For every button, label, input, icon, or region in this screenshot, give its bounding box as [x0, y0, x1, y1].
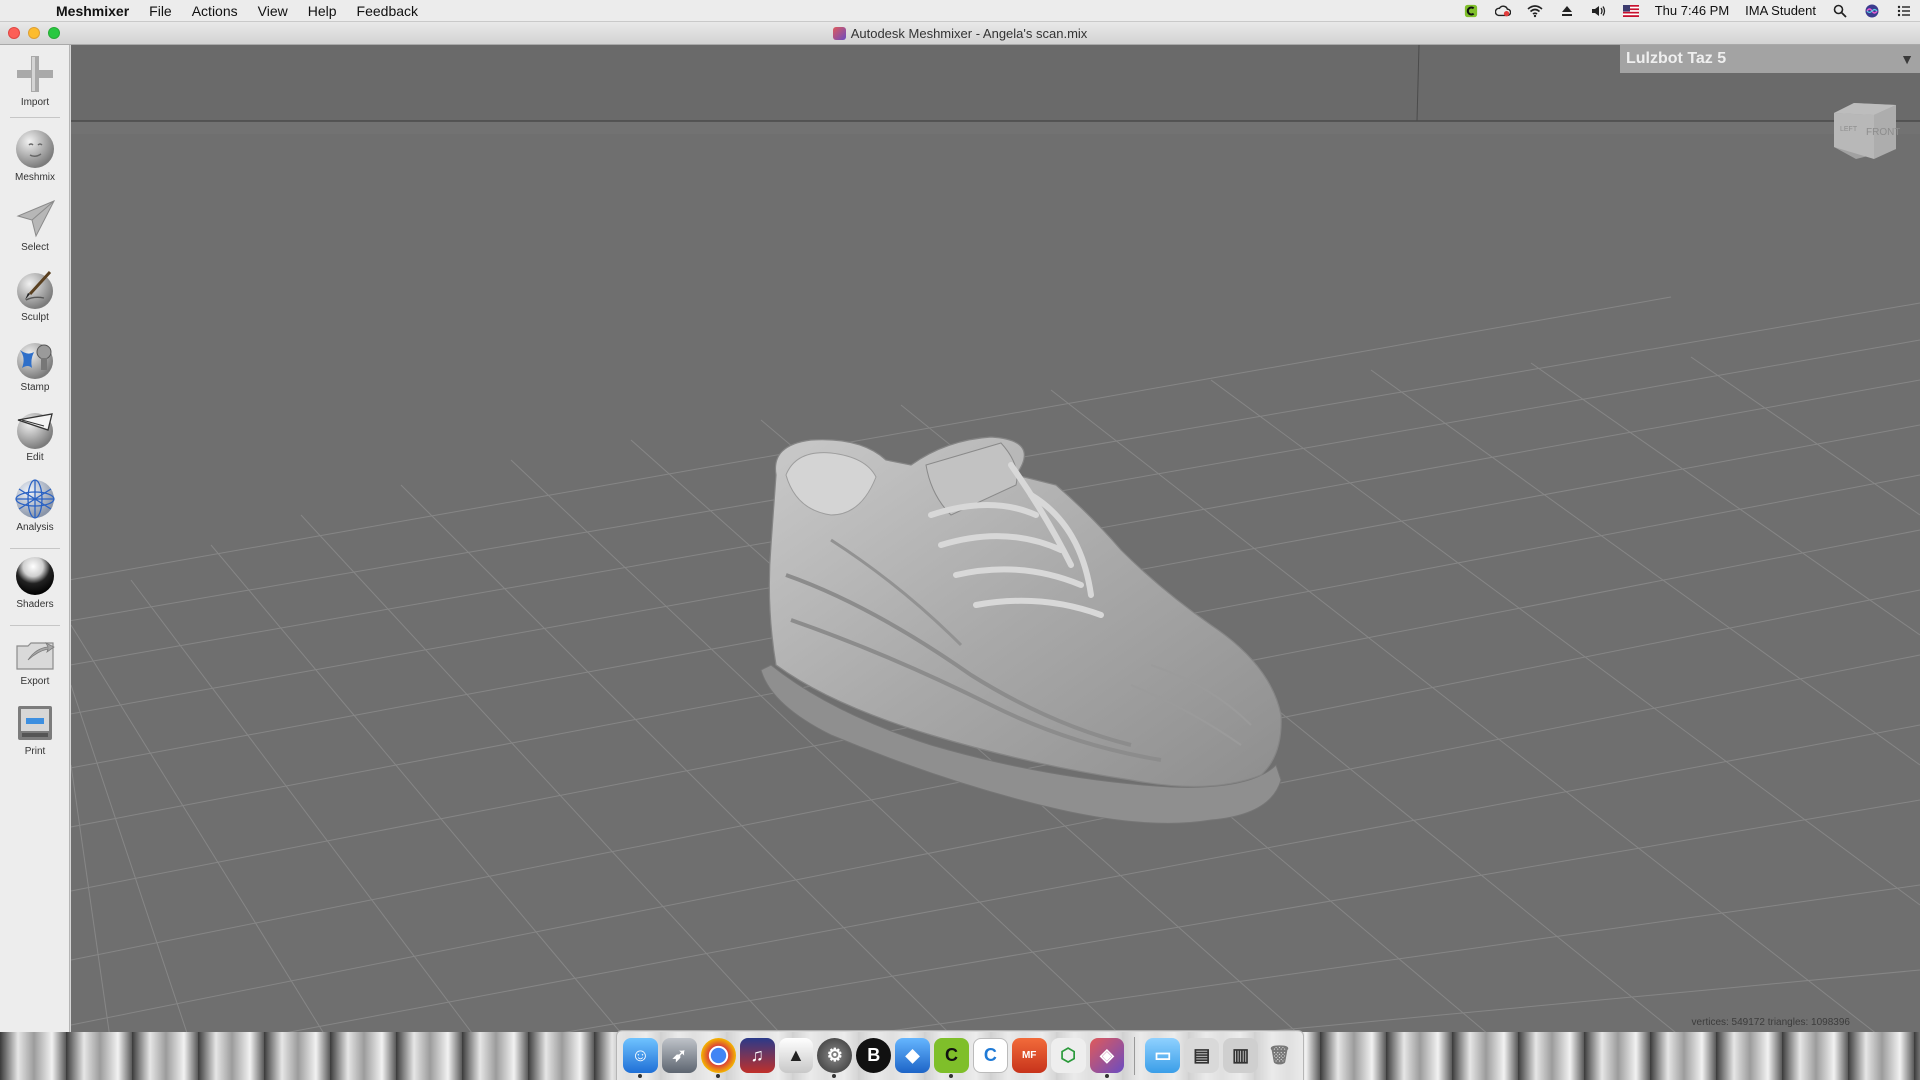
- shaders-tool[interactable]: Shaders: [0, 555, 70, 610]
- downloads-stack-icon[interactable]: ▥: [1223, 1038, 1259, 1073]
- printer-icon: [14, 702, 56, 744]
- stamp-tool[interactable]: Stamp: [0, 338, 70, 393]
- arrow-pointer-icon: [14, 198, 56, 240]
- clock[interactable]: Thu 7:46 PM: [1647, 0, 1737, 22]
- 3d-viewport[interactable]: Lulzbot Taz 5 ▼ FRONT LEFT vertices: 549…: [71, 45, 1920, 1032]
- eject-icon[interactable]: [1551, 0, 1583, 22]
- printer-dropdown[interactable]: Lulzbot Taz 5 ▼: [1620, 45, 1920, 73]
- plus-icon: [14, 53, 56, 95]
- dock-separator: [1134, 1036, 1136, 1075]
- tool-divider: [10, 625, 60, 626]
- brush-sphere-icon: [14, 268, 56, 310]
- build-plate-grid: [71, 45, 1920, 1032]
- menu-file[interactable]: File: [139, 3, 182, 19]
- tool-divider: [10, 548, 60, 549]
- cura-icon[interactable]: C: [934, 1038, 969, 1078]
- inkscape-icon[interactable]: ▲: [778, 1038, 814, 1073]
- wire-sphere-icon: [14, 478, 56, 520]
- wifi-icon[interactable]: [1519, 0, 1551, 22]
- meshmix-tool[interactable]: Meshmix: [0, 128, 70, 183]
- mesh-stats: vertices: 549172 triangles: 1098396: [1691, 1017, 1850, 1028]
- menu-help[interactable]: Help: [298, 3, 347, 19]
- analysis-tool[interactable]: Analysis: [0, 478, 70, 533]
- viewcube-left-label: LEFT: [1840, 126, 1858, 133]
- status-area: Thu 7:46 PM IMA Student: [1455, 0, 1920, 22]
- edit-tool[interactable]: Edit: [0, 408, 70, 463]
- edit-sphere-icon: [14, 408, 56, 450]
- menu-bar: Meshmixer File Actions View Help Feedbac…: [0, 0, 1920, 22]
- close-window-button[interactable]: [8, 27, 20, 39]
- import-tool[interactable]: Import: [0, 53, 70, 108]
- minimize-window-button[interactable]: [28, 27, 40, 39]
- sculpt-tool[interactable]: Sculpt: [0, 268, 70, 323]
- cura-blue-icon[interactable]: C: [972, 1038, 1008, 1073]
- view-cube[interactable]: FRONT LEFT: [1830, 97, 1900, 172]
- print-tool[interactable]: Print: [0, 702, 70, 757]
- printer-name: Lulzbot Taz 5: [1626, 50, 1727, 67]
- tool-palette: Import Meshmix Select Sculpt Stamp Edit: [0, 45, 70, 1032]
- chrome-icon[interactable]: [700, 1038, 736, 1078]
- user-name[interactable]: IMA Student: [1737, 0, 1824, 22]
- sketchup-icon[interactable]: ⬡: [1050, 1038, 1086, 1073]
- shoe-mesh: [760, 436, 1282, 824]
- tool-divider: [10, 117, 60, 118]
- bbedit-icon[interactable]: B: [856, 1038, 892, 1073]
- zoom-window-button[interactable]: [48, 27, 60, 39]
- document-icon: [832, 26, 846, 40]
- sphere-face-icon: [14, 128, 56, 170]
- notification-center-icon[interactable]: [1888, 0, 1920, 22]
- viewcube-front-label: FRONT: [1866, 127, 1900, 138]
- siri-icon[interactable]: [1856, 0, 1888, 22]
- window-title: Autodesk Meshmixer - Angela's scan.mix: [850, 25, 1088, 41]
- menu-actions[interactable]: Actions: [182, 3, 248, 19]
- spotlight-search-icon[interactable]: [1824, 0, 1856, 22]
- window-title-bar[interactable]: Autodesk Meshmixer - Angela's scan.mix: [0, 22, 1920, 45]
- finder-icon[interactable]: ☺: [623, 1038, 658, 1078]
- trash-icon[interactable]: 🗑: [1262, 1038, 1297, 1073]
- export-tool[interactable]: Export: [0, 632, 70, 687]
- menu-view[interactable]: View: [248, 3, 298, 19]
- shaded-sphere-icon: [14, 555, 56, 597]
- 3d-builder-icon[interactable]: ◆: [895, 1038, 930, 1073]
- app-menu[interactable]: Meshmixer: [46, 3, 139, 19]
- stamp-sphere-icon: [14, 338, 56, 380]
- cura-status-icon[interactable]: [1455, 0, 1487, 22]
- menu-feedback[interactable]: Feedback: [347, 3, 428, 19]
- us-flag-icon[interactable]: [1615, 0, 1647, 22]
- audacity-icon[interactable]: ♫: [739, 1038, 775, 1073]
- meshmixer-icon[interactable]: ◈: [1089, 1038, 1125, 1078]
- volume-icon[interactable]: [1583, 0, 1615, 22]
- launchpad-icon[interactable]: ➶: [661, 1038, 697, 1073]
- applications-folder-icon[interactable]: ▭: [1145, 1038, 1181, 1073]
- mf-studio-icon[interactable]: MF: [1011, 1038, 1047, 1073]
- window-controls: [8, 27, 60, 39]
- screenshots-stack-icon[interactable]: ▤: [1184, 1038, 1220, 1073]
- chevron-down-icon: ▼: [1900, 51, 1914, 67]
- system-preferences-icon[interactable]: ⚙: [817, 1038, 853, 1078]
- dock: ☺ ➶ ♫ ▲ ⚙ B ◆ C C MF ⬡ ◈ ▭ ▤ ▥ 🗑: [616, 1030, 1304, 1080]
- select-tool[interactable]: Select: [0, 198, 70, 253]
- export-folder-icon: [14, 632, 56, 674]
- creative-cloud-icon[interactable]: [1487, 0, 1519, 22]
